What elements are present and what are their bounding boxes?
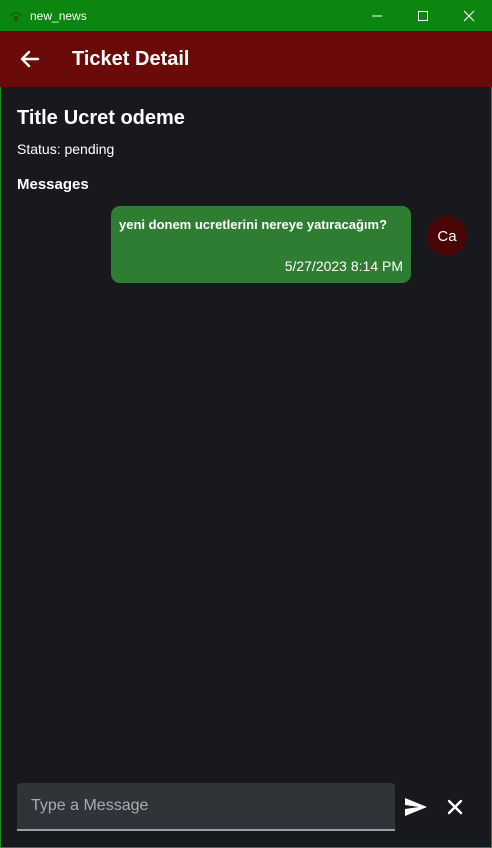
minimize-icon bbox=[372, 15, 382, 16]
close-icon bbox=[447, 799, 463, 815]
minimize-button[interactable] bbox=[354, 0, 400, 31]
window-titlebar[interactable]: new_news bbox=[0, 0, 492, 31]
app-icon bbox=[8, 8, 24, 24]
send-button[interactable] bbox=[403, 795, 429, 819]
ticket-title: Title Ucret odeme bbox=[17, 107, 191, 130]
messages-heading: Messages bbox=[17, 176, 89, 193]
message-input-container[interactable] bbox=[17, 783, 395, 831]
ticket-title-label: Title bbox=[17, 107, 58, 129]
close-icon bbox=[463, 10, 475, 21]
maximize-button[interactable] bbox=[400, 0, 446, 31]
ticket-status: Status: pending bbox=[17, 141, 115, 157]
ticket-title-value: Ucret odeme bbox=[63, 107, 185, 129]
arrow-left-icon bbox=[20, 50, 40, 68]
page-title: Ticket Detail bbox=[72, 47, 190, 70]
message-input[interactable] bbox=[29, 796, 373, 816]
back-button[interactable] bbox=[17, 46, 43, 72]
window-close-button[interactable] bbox=[446, 0, 492, 31]
message-text: yeni donem ucretlerini nereye yatıracağı… bbox=[119, 217, 388, 232]
app-bar: Ticket Detail bbox=[0, 31, 492, 87]
message-timestamp: 5/27/2023 8:14 PM bbox=[284, 258, 403, 274]
window-title: new_news bbox=[30, 8, 87, 23]
clear-button[interactable] bbox=[444, 795, 466, 819]
maximize-icon bbox=[418, 10, 428, 21]
avatar: Ca bbox=[427, 216, 467, 256]
send-icon bbox=[405, 798, 427, 816]
message-bubble: yeni donem ucretlerini nereye yatıracağı… bbox=[111, 206, 411, 283]
